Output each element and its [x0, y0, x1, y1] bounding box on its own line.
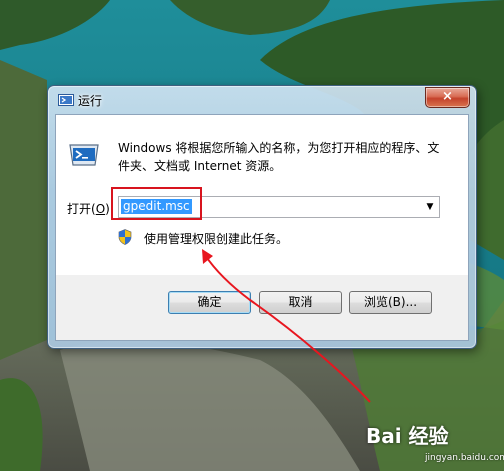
chevron-down-icon[interactable]: ▼: [423, 199, 437, 215]
browse-button[interactable]: 浏览(B)...: [349, 291, 432, 314]
open-label-accesskey: O: [95, 202, 106, 216]
open-label-prefix: 打开(: [67, 202, 96, 216]
admin-privilege-note: 使用管理权限创建此任务。: [144, 232, 289, 246]
open-label: 打开(O):: [67, 200, 114, 217]
run-program-icon: [69, 144, 99, 166]
dialog-description: Windows 将根据您所输入的名称，为您打开相应的程序、文件夹、文档或 Int…: [118, 141, 440, 173]
uac-shield-icon: [118, 229, 132, 245]
close-icon: ×: [442, 89, 453, 104]
ok-button[interactable]: 确定: [168, 291, 251, 314]
run-app-icon: [58, 94, 74, 106]
cancel-button[interactable]: 取消: [259, 291, 342, 314]
dialog-client-area: Windows 将根据您所输入的名称，为您打开相应的程序、文件夹、文档或 Int…: [55, 114, 469, 341]
title-bar[interactable]: 运行 ×: [48, 86, 476, 114]
watermark-url: jingyan.baidu.com: [425, 453, 504, 463]
window-title: 运行: [78, 94, 103, 108]
annotation-highlight-box: [111, 187, 202, 220]
close-button[interactable]: ×: [425, 87, 470, 108]
watermark-logo: Bai 经验: [366, 424, 449, 448]
